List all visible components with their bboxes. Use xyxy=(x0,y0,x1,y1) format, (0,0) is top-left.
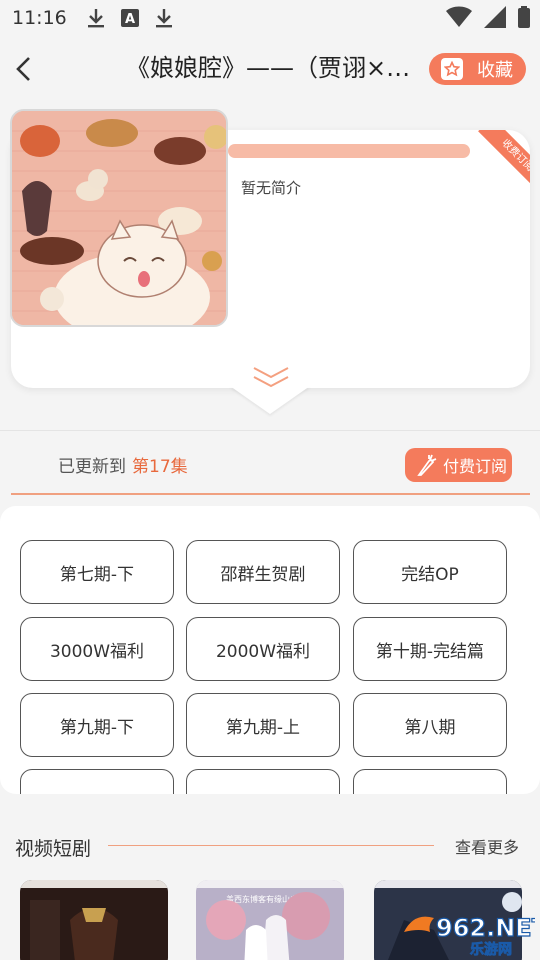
ribbon-label: 收费订阅 xyxy=(478,130,530,190)
episode-button[interactable]: 第九期-上 xyxy=(186,693,340,757)
divider xyxy=(0,430,540,431)
divider xyxy=(11,493,530,495)
update-prefix: 已更新到 xyxy=(58,457,126,477)
episode-button[interactable]: 3000W福利 xyxy=(20,617,174,681)
episode-button[interactable]: 邵群生贺剧 xyxy=(186,540,340,604)
signal-icon xyxy=(484,6,506,32)
progress-bar xyxy=(228,144,470,158)
star-icon xyxy=(441,58,463,80)
svg-text:962.NET: 962.NET xyxy=(436,914,535,942)
status-bar: 11:16 A xyxy=(0,0,540,36)
status-time: 11:16 xyxy=(12,7,67,29)
cover-image xyxy=(10,109,228,327)
episode-button[interactable]: 第八期 xyxy=(353,693,507,757)
video-thumbnail[interactable] xyxy=(20,880,168,960)
see-more-link[interactable]: 查看更多 xyxy=(455,834,519,858)
section-title: 视频短剧 xyxy=(15,838,92,860)
status-right xyxy=(446,6,530,32)
header: 《娘娘腔》——（贾诩×… 收藏 xyxy=(0,40,540,98)
svg-text:A: A xyxy=(125,12,135,27)
a-icon: A xyxy=(119,7,141,29)
watermark-logo: 962.NET 乐游网 xyxy=(400,910,540,958)
favorite-label: 收藏 xyxy=(477,60,513,81)
episode-button[interactable] xyxy=(20,769,174,794)
episode-button[interactable]: 第七期-下 xyxy=(20,540,174,604)
episode-button[interactable]: 完结OP xyxy=(353,540,507,604)
download-icon xyxy=(153,7,175,29)
subscribe-label: 付费订阅 xyxy=(443,457,508,476)
episode-grid: 第七期-下 邵群生贺剧 完结OP 3000W福利 2000W福利 第十期-完结篇… xyxy=(0,506,540,794)
ribbon-badge: 收费订阅 xyxy=(470,130,530,190)
episode-button[interactable]: 2000W福利 xyxy=(186,617,340,681)
subscribe-button[interactable]: 付费订阅 xyxy=(405,448,512,482)
video-thumbnail[interactable]: 盖西东博客有缘山自我爱 xyxy=(196,880,344,960)
update-status: 已更新到 第17集 xyxy=(58,452,188,477)
episode-button[interactable] xyxy=(186,769,340,794)
battery-icon xyxy=(518,6,530,32)
wifi-icon xyxy=(446,6,472,32)
carrot-icon xyxy=(417,454,437,476)
episode-button[interactable]: 第十期-完结篇 xyxy=(353,617,507,681)
svg-text:乐游网: 乐游网 xyxy=(470,941,512,956)
download-icon xyxy=(85,7,107,29)
double-chevron-down-icon[interactable] xyxy=(252,364,290,390)
page-title: 《娘娘腔》——（贾诩×… xyxy=(126,54,411,82)
episode-button[interactable] xyxy=(353,769,507,794)
update-episode: 第17集 xyxy=(132,457,188,477)
divider xyxy=(108,845,434,846)
back-button[interactable] xyxy=(8,50,38,88)
chevron-left-icon xyxy=(16,57,30,81)
favorite-button[interactable]: 收藏 xyxy=(429,53,526,85)
card-tail xyxy=(230,386,310,414)
intro-text: 暂无简介 xyxy=(241,179,302,197)
episode-button[interactable]: 第九期-下 xyxy=(20,693,174,757)
